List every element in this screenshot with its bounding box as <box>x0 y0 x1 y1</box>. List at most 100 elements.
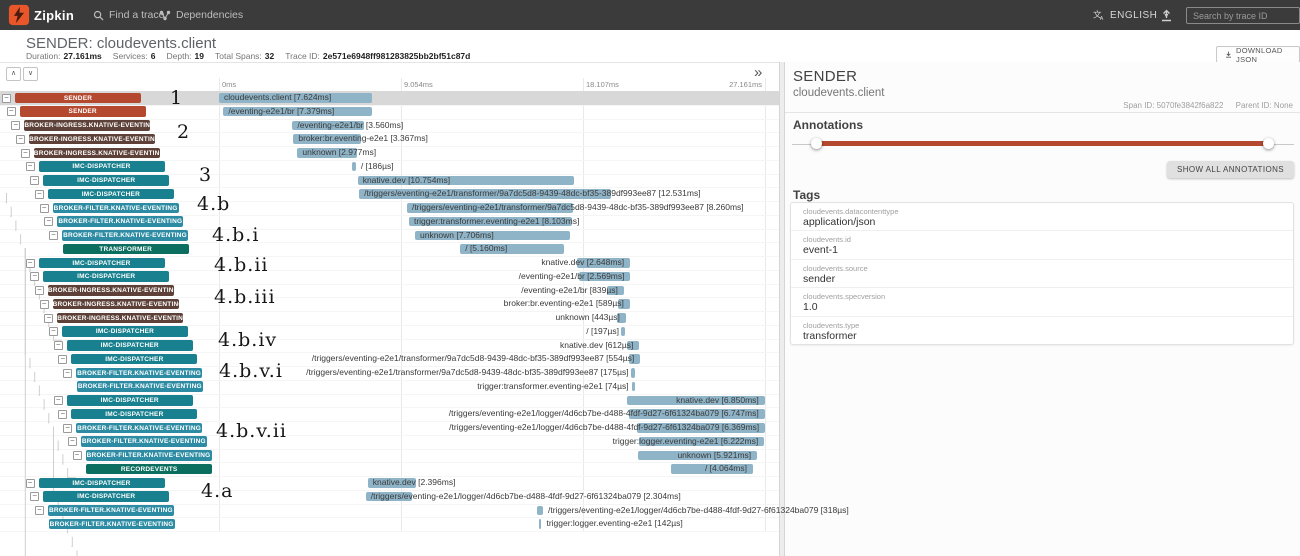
span-bar[interactable] <box>352 162 356 172</box>
service-chip[interactable]: IMC-DISPATCHER <box>43 175 169 186</box>
stat-item: Depth:19 <box>167 51 205 61</box>
expand-collapse-box[interactable]: − <box>26 259 35 268</box>
span-bar[interactable] <box>632 382 635 392</box>
expand-collapse-box[interactable]: − <box>11 121 20 130</box>
translate-icon: 文 A <box>1093 9 1105 21</box>
service-chip[interactable]: SENDER <box>20 106 146 117</box>
expand-collapse-box[interactable]: − <box>58 355 67 364</box>
service-chip[interactable]: BROKER-FILTER.KNATIVE-EVENTING <box>48 505 174 516</box>
span-bar-label: /triggers/eventing-e2e1/transformer/9a7d… <box>412 201 744 215</box>
expand-collapse-box[interactable]: − <box>63 369 72 378</box>
service-chip[interactable]: IMC-DISPATCHER <box>48 189 174 200</box>
service-chip[interactable]: IMC-DISPATCHER <box>71 409 197 420</box>
span-bar[interactable] <box>537 506 543 516</box>
service-chip[interactable]: BROKER-FILTER.KNATIVE-EVENTING <box>53 203 179 214</box>
stat-item: Duration:27.161ms <box>26 51 102 61</box>
span-bar-label: knative.dev [10.754ms] <box>363 174 450 188</box>
service-chip[interactable]: TRANSFORMER <box>63 244 189 255</box>
expand-collapse-box[interactable]: − <box>40 300 49 309</box>
expand-collapse-box[interactable]: − <box>21 149 30 158</box>
expand-collapse-box[interactable]: − <box>44 217 53 226</box>
span-bar-label: /triggers/eventing-e2e1/logger/4d6cb7be-… <box>449 407 759 421</box>
annotations-slider-handle-left[interactable] <box>811 138 822 149</box>
span-bar-label: trigger:logger.eventing-e2e1 [6.222ms] <box>613 435 759 449</box>
expand-collapse-box[interactable]: − <box>16 135 25 144</box>
service-chip[interactable]: IMC-DISPATCHER <box>71 354 197 365</box>
service-chip[interactable]: BROKER-FILTER.KNATIVE-EVENTING <box>76 368 202 379</box>
expand-collapse-box[interactable]: − <box>40 204 49 213</box>
brand-name[interactable]: Zipkin <box>34 8 74 23</box>
annotations-slider-handle-right[interactable] <box>1263 138 1274 149</box>
trace-rows: −SENDERcloudevents.client [7.624ms]−SEND… <box>0 91 779 532</box>
span-bar[interactable] <box>621 327 625 337</box>
dependencies-nav[interactable]: Dependencies <box>159 0 243 30</box>
service-chip[interactable]: IMC-DISPATCHER <box>39 161 165 172</box>
expand-collapse-box[interactable]: − <box>26 479 35 488</box>
expand-collapse-box[interactable]: − <box>49 327 58 336</box>
show-all-annotations-button[interactable]: SHOW ALL ANNOTATIONS <box>1167 161 1294 178</box>
find-a-trace-nav[interactable]: Find a trace <box>93 0 164 30</box>
expand-collapse-box[interactable]: − <box>30 176 39 185</box>
download-json-button[interactable]: DOWNLOAD JSON <box>1216 46 1300 63</box>
span-bar-label: trigger:transformer.eventing-e2e1 [8.103… <box>414 215 579 229</box>
service-chip[interactable]: SENDER <box>15 93 141 104</box>
detail-span-name: cloudevents.client <box>793 87 884 99</box>
expand-collapse-box[interactable]: − <box>44 314 53 323</box>
service-chip[interactable]: BROKER-INGRESS.KNATIVE-EVENTING <box>53 299 179 310</box>
overlay-note: 4.b.v.ii <box>216 420 287 442</box>
service-chip[interactable]: BROKER-FILTER.KNATIVE-EVENTING <box>81 436 207 447</box>
expand-collapse-box[interactable]: − <box>2 94 11 103</box>
service-chip[interactable]: RECORDEVENTS <box>86 464 212 475</box>
search-by-trace-id-input[interactable] <box>1186 7 1300 24</box>
expand-collapse-box[interactable]: − <box>35 506 44 515</box>
annotations-slider-range <box>816 141 1268 146</box>
expand-collapse-box[interactable]: − <box>35 190 44 199</box>
service-chip[interactable]: IMC-DISPATCHER <box>67 395 193 406</box>
expand-collapse-box[interactable]: − <box>49 231 58 240</box>
upload-trace-button[interactable] <box>1160 0 1173 30</box>
row-separator <box>0 531 779 532</box>
service-chip[interactable]: BROKER-FILTER.KNATIVE-EVENTING <box>49 519 175 530</box>
tag-key: cloudevents.source <box>803 264 868 273</box>
service-chip[interactable]: BROKER-INGRESS.KNATIVE-EVENTING <box>29 134 155 145</box>
service-chip[interactable]: BROKER-INGRESS.KNATIVE-EVENTING <box>48 285 174 296</box>
span-bar-label: /triggers/eventing-e2e1/logger/4d6cb7be-… <box>371 490 681 504</box>
zipkin-logo-icon[interactable] <box>8 4 30 26</box>
annotations-heading: Annotations <box>793 118 863 132</box>
expand-collapse-box[interactable]: − <box>54 341 63 350</box>
dependencies-label: Dependencies <box>176 9 243 21</box>
span-bar-label: cloudevents.client [7.624ms] <box>224 91 331 105</box>
span-bar[interactable] <box>631 368 635 378</box>
service-chip[interactable]: BROKER-FILTER.KNATIVE-EVENTING <box>86 450 212 461</box>
service-chip[interactable]: IMC-DISPATCHER <box>39 478 165 489</box>
service-chip[interactable]: BROKER-INGRESS.KNATIVE-EVENTING <box>34 148 160 159</box>
service-chip[interactable]: IMC-DISPATCHER <box>43 271 169 282</box>
expand-collapse-box[interactable]: − <box>7 107 16 116</box>
service-chip[interactable]: BROKER-FILTER.KNATIVE-EVENTING <box>77 381 203 392</box>
tag-row: cloudevents.typetransformer <box>791 316 1293 344</box>
parent-id-label: Parent ID: <box>1236 101 1272 110</box>
language-selector[interactable]: 文 A ENGLISH ▾ <box>1093 0 1169 30</box>
service-chip[interactable]: IMC-DISPATCHER <box>62 326 188 337</box>
service-chip[interactable]: BROKER-FILTER.KNATIVE-EVENTING <box>62 230 188 241</box>
service-chip[interactable]: BROKER-INGRESS.KNATIVE-EVENTING <box>24 120 150 131</box>
span-bar[interactable] <box>539 519 542 529</box>
expand-collapse-box[interactable]: − <box>68 437 77 446</box>
expand-collapse-box[interactable]: − <box>58 410 67 419</box>
ruler-tick-label: 0ms <box>222 80 236 89</box>
expand-collapse-box[interactable]: − <box>54 396 63 405</box>
service-chip[interactable]: IMC-DISPATCHER <box>67 340 193 351</box>
expand-collapse-box[interactable]: − <box>30 492 39 501</box>
expand-collapse-box[interactable]: − <box>26 162 35 171</box>
service-chip[interactable]: IMC-DISPATCHER <box>39 258 165 269</box>
service-chip[interactable]: BROKER-FILTER.KNATIVE-EVENTING <box>57 216 183 227</box>
upload-icon <box>1160 9 1173 22</box>
service-chip[interactable]: IMC-DISPATCHER <box>43 491 169 502</box>
expand-collapse-box[interactable]: − <box>63 424 72 433</box>
expand-collapse-box[interactable]: − <box>35 286 44 295</box>
service-chip[interactable]: BROKER-FILTER.KNATIVE-EVENTING <box>76 423 202 434</box>
expand-collapse-box[interactable]: − <box>73 451 82 460</box>
detail-divider <box>785 112 1300 113</box>
expand-collapse-box[interactable]: − <box>30 272 39 281</box>
service-chip[interactable]: BROKER-INGRESS.KNATIVE-EVENTING <box>57 313 183 324</box>
